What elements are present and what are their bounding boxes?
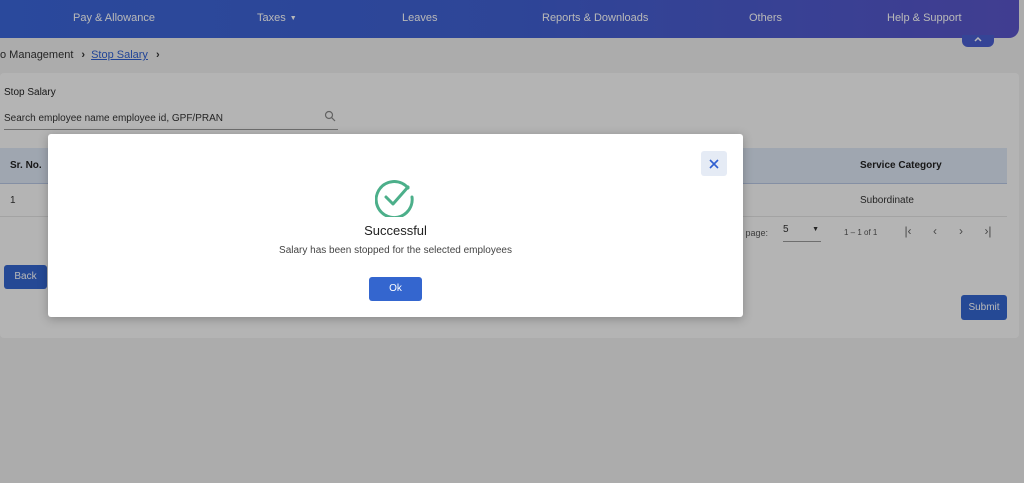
dialog-message: Salary has been stopped for the selected… (279, 245, 512, 256)
close-icon (709, 158, 719, 169)
success-dialog: Successful Salary has been stopped for t… (48, 134, 743, 317)
dialog-title: Successful (364, 223, 427, 238)
check-circle-icon (375, 180, 414, 217)
close-button[interactable] (701, 151, 727, 176)
ok-button[interactable]: Ok (369, 277, 422, 301)
